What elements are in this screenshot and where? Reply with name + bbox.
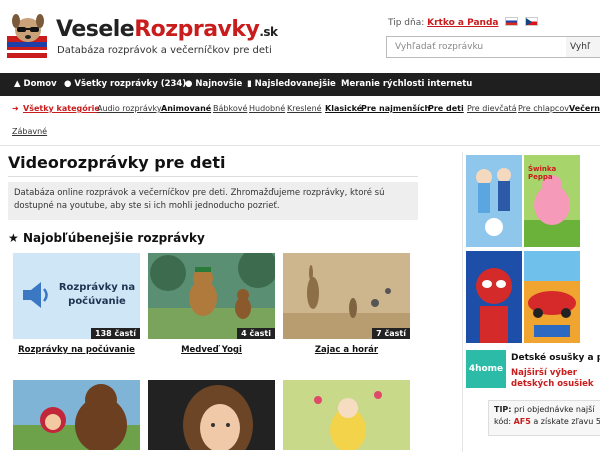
category-classic[interactable]: Klasické [325, 104, 362, 113]
category-nav: ➜ Všetky kategórie Audio rozprávky Animo… [0, 98, 600, 142]
title-underline [8, 176, 418, 177]
story-card[interactable] [13, 380, 140, 450]
czech-flag-icon[interactable] [525, 17, 539, 26]
page-title: Videorozprávky pre deti [8, 153, 226, 172]
site-logo-text[interactable]: VeseleRozpravky.sk [56, 17, 278, 42]
tip-link[interactable]: Krtko a Panda [427, 18, 498, 28]
category-puppet[interactable]: Bábkové [213, 104, 247, 113]
search-placeholder: Vyhľadať rozprávku [395, 42, 484, 52]
story-thumbnail[interactable]: 7 častí [283, 253, 410, 339]
category-girls[interactable]: Pre dievčatá [467, 104, 517, 113]
masha-bear-image [13, 380, 140, 450]
towel-ad[interactable]: 4home Detské osušky a po Najširší výber … [466, 350, 600, 400]
episode-count-badge: 4 časti [237, 328, 275, 339]
story-thumbnail[interactable]: 4 časti [148, 253, 275, 339]
nav-item-speed-test[interactable]: Meranie rýchlosti internetu [341, 73, 472, 96]
intro-box: Databáza online rozprávok a večerníčkov … [8, 182, 418, 220]
bar-chart-icon: ▮ [247, 79, 252, 89]
nav-item-label: Všetky rozprávky (234) [74, 79, 187, 89]
category-music[interactable]: Hudobné [249, 104, 285, 113]
category-evening[interactable]: Večern [569, 104, 600, 113]
ad-tile-spiderman[interactable] [466, 251, 522, 343]
tip-box-code-label: kód: [494, 417, 512, 426]
main-nav: ▲ Domov ● Všetky rozprávky (234) ● Najno… [0, 73, 600, 96]
section-title: ★ Najobľúbenejšie rozprávky [8, 231, 205, 245]
story-card[interactable]: 7 častí Zajac a horár [283, 253, 410, 355]
story-card[interactable] [283, 380, 410, 450]
tip-of-day: Tip dňa: Krtko a Panda [388, 17, 539, 28]
discount-code: AF5 [513, 417, 531, 426]
arrow-right-icon: ➜ [12, 104, 19, 113]
story-thumbnail[interactable]: Rozprávky na počúvanie 138 častí [13, 253, 140, 339]
nav-item-home[interactable]: ▲ Domov [14, 73, 57, 96]
nav-item-label: Meranie rýchlosti internetu [341, 79, 473, 89]
tip-box-text: pri objednávke najší [514, 405, 595, 414]
speaker-icon [23, 282, 48, 308]
logo-tld: .sk [259, 25, 278, 39]
brand-logo[interactable]: 4home [466, 350, 506, 388]
story-thumbnail[interactable] [148, 380, 275, 450]
sidebar: Świnka Peppa 4home Detské osušky a po Na… [462, 152, 600, 452]
category-funny[interactable]: Zábavné [12, 127, 47, 136]
story-card[interactable]: Rozprávky na počúvanie 138 častí Rozpráv… [13, 253, 140, 355]
category-drawn[interactable]: Kreslené [287, 104, 322, 113]
story-title[interactable]: Medveď Yogi [148, 345, 275, 355]
logo-part-2: Rozpravky [134, 17, 260, 42]
logo-dog-icon[interactable] [5, 12, 51, 60]
divider [0, 145, 600, 146]
logo-part-1: Vesele [56, 17, 135, 42]
ad-tile-text: Świnka Peppa [528, 165, 557, 181]
story-thumbnail[interactable] [283, 380, 410, 450]
story-title[interactable]: Rozprávky na počúvanie [13, 345, 140, 355]
cars-towel-image [524, 251, 580, 343]
nav-item-most-watched[interactable]: ▮ Najsledovanejšie [247, 73, 336, 96]
episode-count-badge: 7 častí [372, 328, 410, 339]
ad-offer-text[interactable]: Najširší výber detských osušiek [511, 368, 600, 390]
circle-icon: ● [64, 79, 72, 89]
slovak-flag-icon[interactable] [505, 17, 519, 26]
episode-count-badge: 138 častí [91, 328, 140, 339]
princess-image [283, 380, 410, 450]
audio-tile-text: Rozprávky na počúvanie [58, 282, 136, 307]
category-animated[interactable]: Animované [161, 104, 211, 113]
nav-item-all-stories[interactable]: ● Všetky rozprávky (234) [64, 73, 186, 96]
story-card[interactable]: 4 časti Medveď Yogi [148, 253, 275, 355]
home-icon: ▲ [14, 79, 21, 89]
site-header: VeseleRozpravky.sk Databáza rozprávok a … [0, 0, 600, 70]
nav-item-newest[interactable]: ● Najnovšie [185, 73, 242, 96]
girl-image [148, 380, 275, 450]
nav-item-label: Domov [23, 79, 57, 89]
ad-headline[interactable]: Detské osušky a po [511, 353, 600, 363]
rabbit-forester-image [283, 253, 410, 339]
ad-tile-peppa[interactable]: Świnka Peppa [524, 155, 580, 247]
frozen-towel-image [466, 155, 522, 247]
section-title-text: Najobľúbenejšie rozprávky [22, 231, 205, 245]
yogi-bear-image [148, 253, 275, 339]
star-icon: ★ [8, 231, 19, 245]
site-tagline: Databáza rozprávok a večerníčkov pre det… [57, 45, 272, 56]
search-input[interactable]: Vyhľadať rozprávku [386, 36, 568, 58]
ad-tile-frozen[interactable] [466, 155, 522, 247]
ad-tile-cars[interactable] [524, 251, 580, 343]
story-thumbnail[interactable] [13, 380, 140, 450]
category-youngest[interactable]: Pre najmenších [361, 104, 430, 113]
category-all[interactable]: Všetky kategórie [23, 104, 100, 113]
tip-label: Tip dňa: [388, 18, 425, 28]
tip-box-text-2: a získate zľavu 5 [533, 417, 600, 426]
nav-item-label: Najsledovanejšie [254, 79, 336, 89]
nav-item-label: Najnovšie [195, 79, 243, 89]
search-button[interactable]: Vyhľ [566, 36, 600, 58]
story-title[interactable]: Zajac a horár [283, 345, 410, 355]
category-audio[interactable]: Audio rozprávky [97, 104, 162, 113]
tip-box-label: TIP: [494, 405, 512, 414]
category-children[interactable]: Pre deti [428, 104, 464, 113]
story-card[interactable] [148, 380, 275, 450]
discount-tip-box: TIP: pri objednávke najší kód: AF5 a zís… [488, 400, 600, 436]
spiderman-towel-image [466, 251, 522, 343]
category-boys[interactable]: Pre chlapcov [518, 104, 569, 113]
clock-icon: ● [185, 79, 193, 89]
